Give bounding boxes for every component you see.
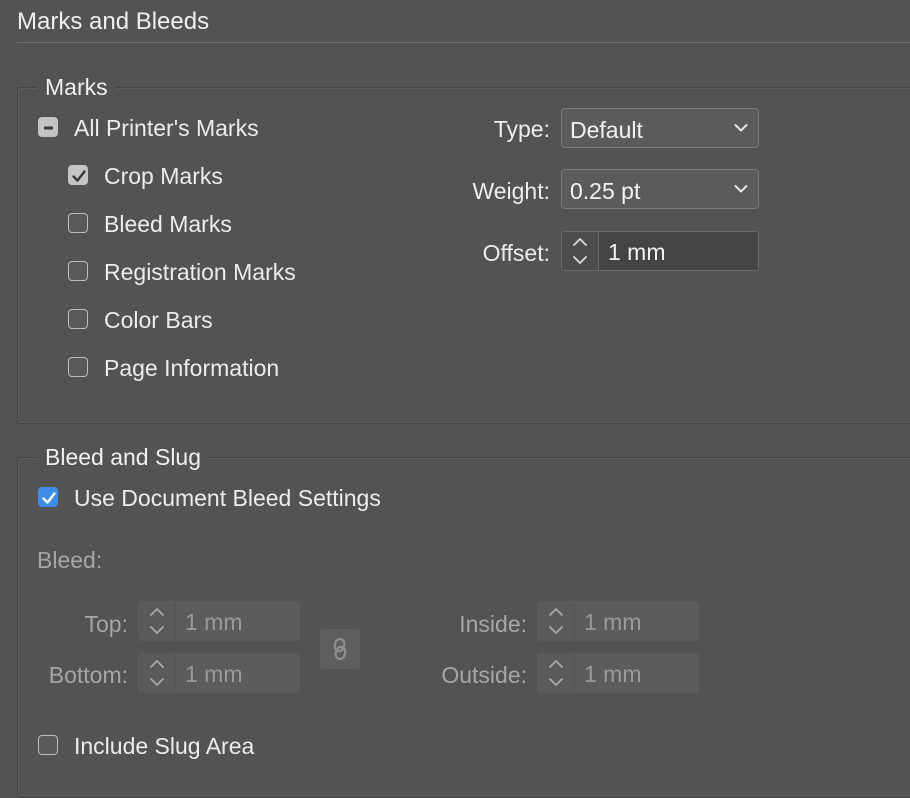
chevron-down-icon [734,185,748,193]
include-slug-area-label[interactable]: Include Slug Area [74,732,254,760]
bleed-slug-group-legend: Bleed and Slug [37,443,210,471]
use-document-bleed-checkbox[interactable] [38,487,58,507]
bottom-value[interactable]: 1 mm [185,661,243,687]
offset-stepper-arrows[interactable] [562,232,599,270]
offset-value[interactable]: 1 mm [608,239,666,265]
checkmark-icon [42,492,56,504]
page-information-label[interactable]: Page Information [104,354,279,382]
top-label: Top: [84,611,128,637]
color-bars-checkbox[interactable] [68,309,88,329]
type-select[interactable]: Default [561,108,759,148]
crop-marks-label[interactable]: Crop Marks [104,162,223,190]
bleed-marks-checkbox[interactable] [68,213,88,233]
bleed-marks-label[interactable]: Bleed Marks [104,210,232,238]
type-label: Type: [493,116,550,142]
include-slug-area-checkbox[interactable] [38,735,58,755]
all-printers-marks-label[interactable]: All Printer's Marks [74,114,259,142]
checkmark-icon [72,170,86,182]
link-bleed-button[interactable] [320,629,360,669]
crop-marks-checkbox[interactable] [68,165,88,185]
inside-stepper-arrows[interactable] [538,602,575,640]
page-information-checkbox[interactable] [68,357,88,377]
use-document-bleed-label[interactable]: Use Document Bleed Settings [74,484,381,512]
up-down-arrows-icon [150,608,164,634]
outside-stepper-arrows[interactable] [538,654,575,692]
up-down-arrows-icon [150,660,164,686]
chain-link-icon [333,637,347,661]
top-stepper[interactable]: 1 mm [138,601,300,641]
type-select-value: Default [570,117,643,143]
outside-value[interactable]: 1 mm [584,661,642,687]
bottom-label: Bottom: [48,662,128,688]
top-stepper-arrows[interactable] [139,602,176,640]
bottom-stepper-arrows[interactable] [139,654,176,692]
bottom-stepper[interactable]: 1 mm [138,653,300,693]
marks-group-legend: Marks [37,73,116,101]
weight-select-value: 0.25 pt [570,178,641,204]
up-down-arrows-icon [549,660,563,686]
inside-label: Inside: [459,611,527,637]
outside-stepper[interactable]: 1 mm [537,653,699,693]
registration-marks-label[interactable]: Registration Marks [104,258,296,286]
color-bars-label[interactable]: Color Bars [104,306,213,334]
all-printers-marks-checkbox[interactable] [38,117,58,137]
offset-stepper[interactable]: 1 mm [561,231,759,271]
outside-label: Outside: [441,662,527,688]
chevron-down-icon [734,124,748,132]
weight-select[interactable]: 0.25 pt [561,169,759,209]
panel-title: Marks and Bleeds [17,8,210,35]
top-value[interactable]: 1 mm [185,609,243,635]
bleed-label: Bleed: [37,547,103,573]
up-down-arrows-icon [549,608,563,634]
title-divider [17,42,910,43]
registration-marks-checkbox[interactable] [68,261,88,281]
offset-label: Offset: [482,240,550,266]
inside-value[interactable]: 1 mm [584,609,642,635]
inside-stepper[interactable]: 1 mm [537,601,699,641]
weight-label: Weight: [472,178,550,204]
mixed-dash-icon [44,126,53,130]
up-down-arrows-icon [573,238,587,264]
